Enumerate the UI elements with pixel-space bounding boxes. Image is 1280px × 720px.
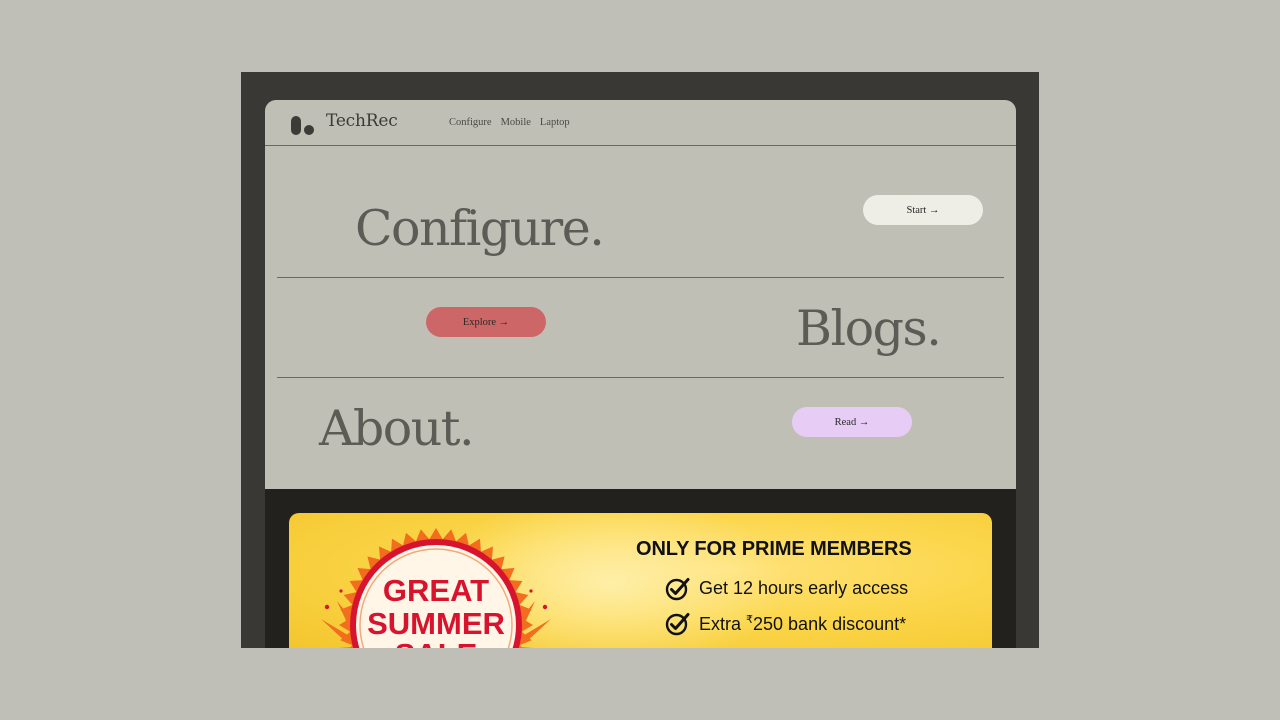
site-header: TechRec Configure Mobile Laptop [265, 100, 1016, 146]
logo-pill-shape [291, 116, 301, 135]
sale-line-2: SUMMER [367, 606, 505, 641]
blogs-section: Explore → Blogs. [277, 278, 1004, 378]
about-section: About. Read → [277, 378, 1004, 489]
banner-headline: ONLY FOR PRIME MEMBERS [636, 538, 912, 560]
browser-frame: TechRec Configure Mobile Laptop Configur… [241, 72, 1039, 648]
promo-panel: GREAT SUMMER SALE ONLY FOR PRIME MEMBERS… [265, 489, 1016, 648]
check-circle-icon [665, 613, 690, 636]
configure-section: Configure. Start → [277, 146, 1004, 278]
nav-link-laptop[interactable]: Laptop [540, 117, 570, 128]
explore-button[interactable]: Explore → [426, 307, 546, 337]
perk-bank-prefix: Extra [699, 613, 747, 634]
sale-line-1: GREAT [383, 573, 489, 608]
blogs-heading: Blogs. [796, 300, 942, 357]
rupee-symbol: ₹ [746, 613, 754, 626]
brand-name[interactable]: TechRec [326, 111, 398, 131]
sale-line-3: SALE [395, 637, 478, 648]
logo-dot-shape [304, 125, 314, 135]
read-button[interactable]: Read → [792, 407, 912, 437]
check-circle-icon [665, 578, 690, 601]
perk-early-access-text: Get 12 hours early access [699, 578, 909, 598]
nav-link-configure[interactable]: Configure [449, 117, 492, 128]
start-button[interactable]: Start → [863, 195, 983, 225]
site-card: TechRec Configure Mobile Laptop Configur… [265, 100, 1016, 489]
perk-bank-rest: 250 bank discount* [753, 613, 907, 634]
perk-bank-discount: Extra ₹250 bank discount* [665, 611, 906, 636]
perk-early-access: Get 12 hours early access [665, 576, 908, 601]
great-summer-sale-banner[interactable]: GREAT SUMMER SALE ONLY FOR PRIME MEMBERS… [289, 513, 992, 648]
sale-badge-icon: GREAT SUMMER SALE [321, 528, 551, 648]
configure-heading: Configure. [355, 200, 605, 257]
pill-dot-logo-icon[interactable] [291, 116, 315, 135]
main-nav: Configure Mobile Laptop [449, 117, 570, 128]
nav-link-mobile[interactable]: Mobile [501, 117, 531, 128]
perk-bank-discount-text: Extra ₹250 bank discount* [699, 613, 906, 635]
about-heading: About. [319, 400, 475, 457]
